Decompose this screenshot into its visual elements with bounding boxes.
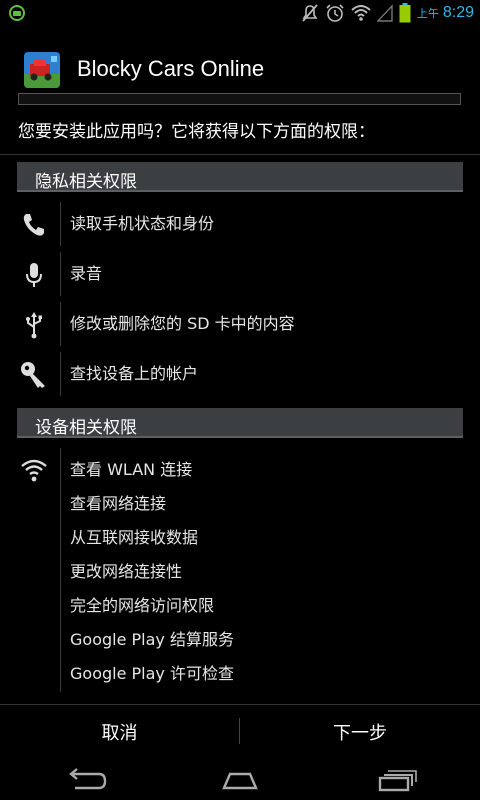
permission-label[interactable]: 更改网络连接性 xyxy=(70,558,182,582)
navigation-bar xyxy=(0,758,480,800)
button-bar-divider xyxy=(0,704,480,705)
home-icon[interactable] xyxy=(216,766,264,794)
permission-label: 修改或删除您的 SD 卡中的内容 xyxy=(70,314,295,333)
ampm-label: 上午 xyxy=(416,7,439,20)
section-title: 设备相关权限 xyxy=(35,418,137,438)
permission-row[interactable]: 录音 xyxy=(0,250,480,300)
row-separator xyxy=(60,302,61,346)
cancel-button[interactable]: 取消 xyxy=(0,706,239,758)
app-header: Blocky Cars Online xyxy=(0,42,480,98)
app-icon xyxy=(24,52,60,88)
row-separator xyxy=(60,448,61,692)
mute-icon xyxy=(302,4,318,22)
usb-icon xyxy=(26,312,42,339)
row-separator xyxy=(60,202,61,246)
clock: 8:29 xyxy=(442,4,474,21)
back-icon[interactable] xyxy=(61,766,109,794)
row-separator xyxy=(60,352,61,396)
wifi-icon xyxy=(21,459,47,482)
permission-label: 读取手机状态和身份 xyxy=(70,214,215,233)
alarm-icon xyxy=(326,4,344,22)
wifi-icon xyxy=(351,5,371,21)
permission-label[interactable]: Google Play 许可检查 xyxy=(70,660,234,684)
phone-icon xyxy=(23,214,44,236)
permission-label[interactable]: 完全的网络访问权限 xyxy=(70,592,214,616)
android-notification-icon xyxy=(9,5,25,21)
install-question: 您要安装此应用吗？它将获得以下方面的权限： xyxy=(18,122,375,142)
permission-row[interactable]: 修改或删除您的 SD 卡中的内容 xyxy=(0,300,480,350)
header-divider xyxy=(0,154,480,155)
recent-apps-icon[interactable] xyxy=(372,766,420,794)
section-header-privacy: 隐私相关权限 xyxy=(17,162,463,192)
key-icon xyxy=(21,362,45,388)
permission-label[interactable]: Google Play 结算服务 xyxy=(70,626,234,650)
permission-label[interactable]: 查看网络连接 xyxy=(70,490,166,514)
status-bar: 上午 8:29 xyxy=(0,0,480,25)
permission-label: 录音 xyxy=(70,264,103,283)
battery-icon xyxy=(399,3,411,23)
permission-label: 查找设备上的帐户 xyxy=(70,364,199,383)
install-progress-bar xyxy=(18,93,461,105)
next-button[interactable]: 下一步 xyxy=(240,706,480,758)
permission-label[interactable]: 从互联网接收数据 xyxy=(70,524,198,548)
permission-label[interactable]: 查看 WLAN 连接 xyxy=(70,456,192,480)
app-title: Blocky Cars Online xyxy=(77,56,265,81)
microphone-icon xyxy=(26,263,42,287)
no-signal-icon xyxy=(376,4,393,22)
permission-row[interactable]: 读取手机状态和身份 xyxy=(0,200,480,250)
section-header-device: 设备相关权限 xyxy=(17,408,463,438)
row-separator xyxy=(60,252,61,296)
section-title: 隐私相关权限 xyxy=(35,172,137,192)
permission-row[interactable]: 查找设备上的帐户 xyxy=(0,350,480,400)
